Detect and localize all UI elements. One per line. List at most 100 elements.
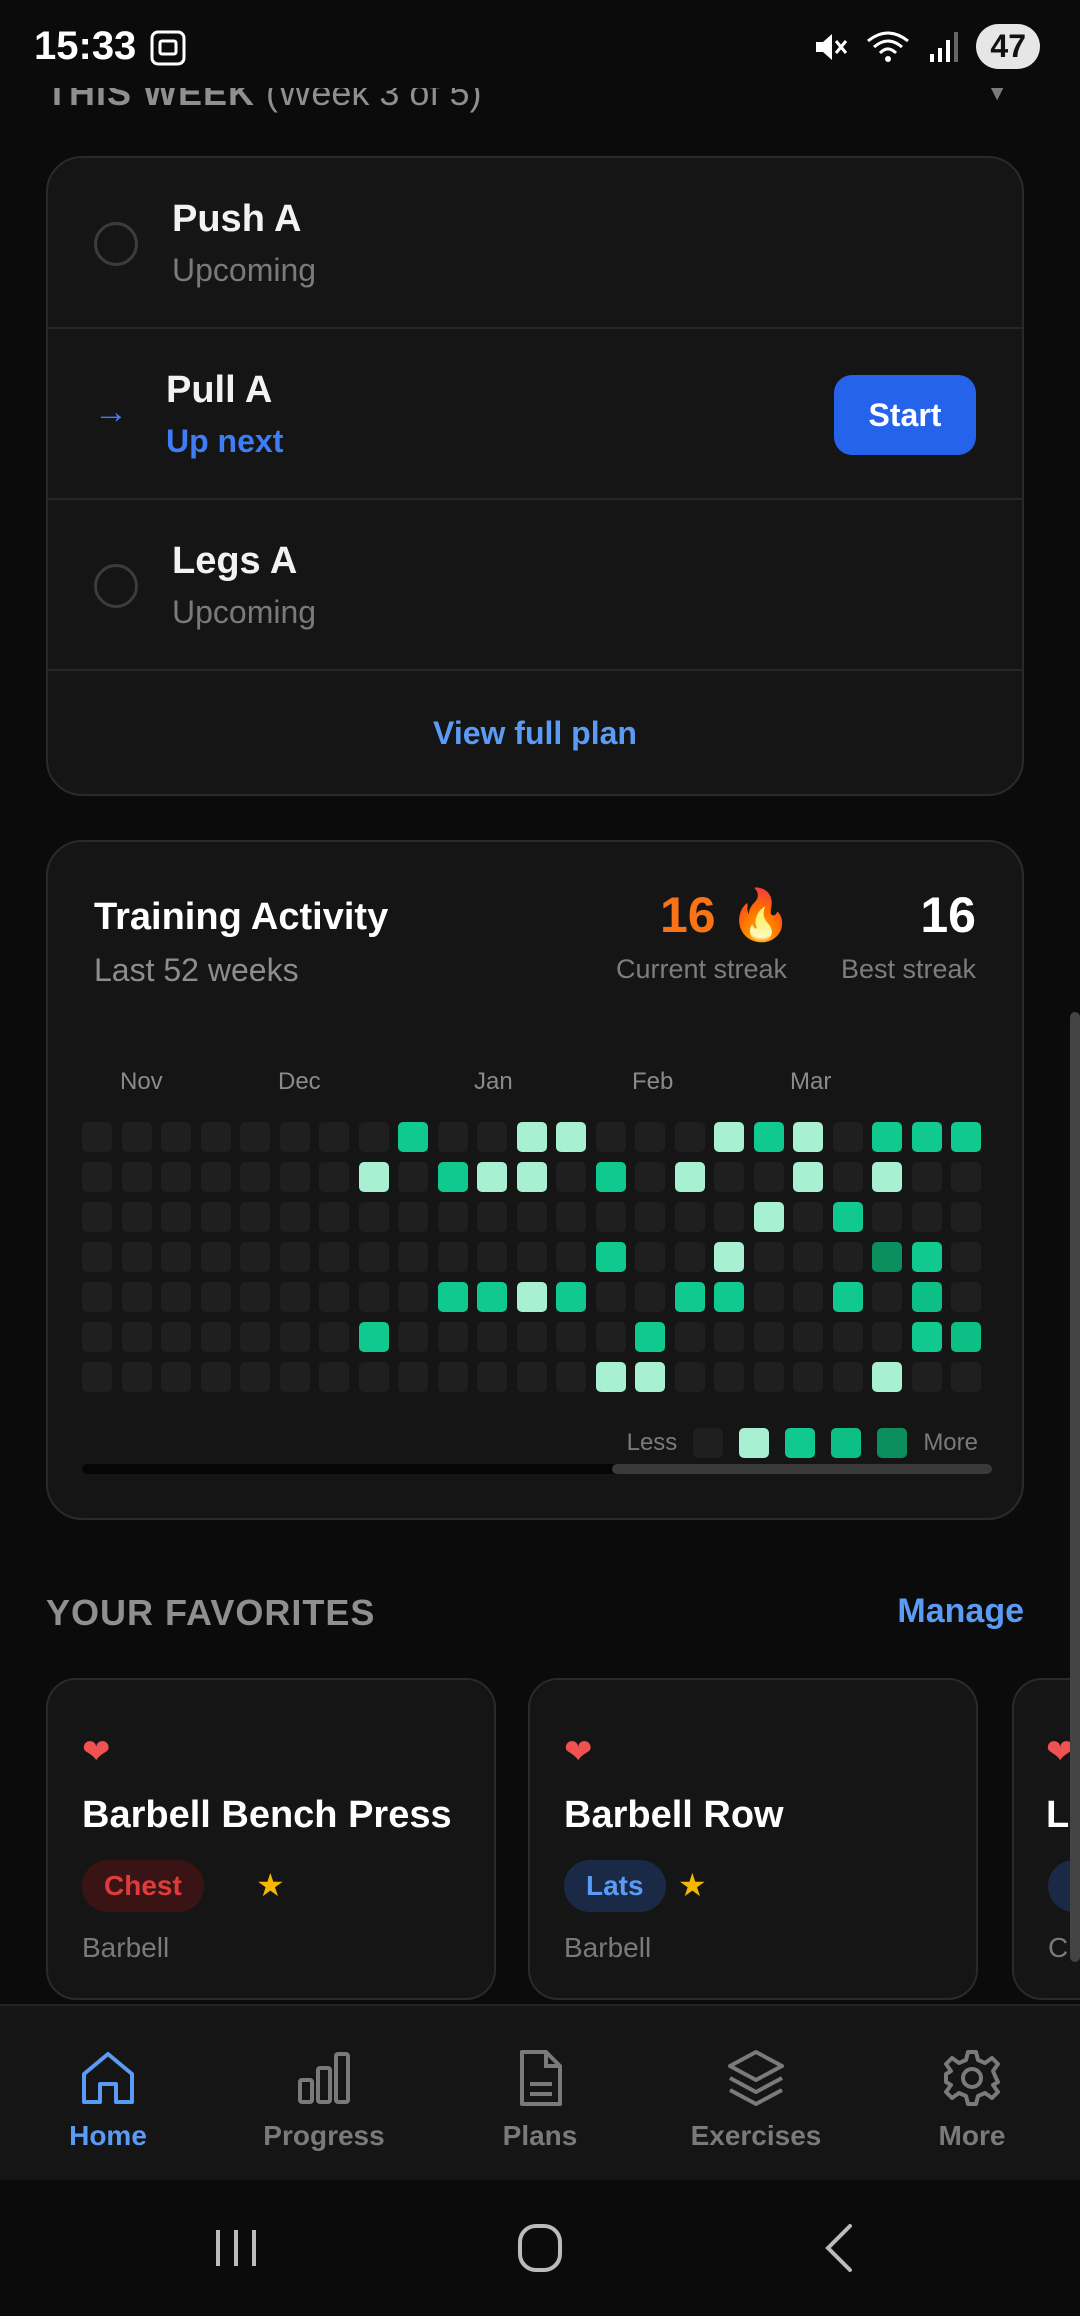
heatmap-cell[interactable] — [280, 1282, 310, 1312]
heatmap-cell[interactable] — [280, 1162, 310, 1192]
heatmap-cell[interactable] — [675, 1242, 705, 1272]
heatmap-scrollbar[interactable] — [82, 1464, 992, 1474]
heatmap-cell[interactable] — [754, 1322, 784, 1352]
heatmap-cell[interactable] — [912, 1162, 942, 1192]
heatmap-cell[interactable] — [754, 1162, 784, 1192]
heatmap-cell[interactable] — [517, 1362, 547, 1392]
home-button-icon[interactable] — [500, 2216, 580, 2280]
heatmap-cell[interactable] — [951, 1202, 981, 1232]
heatmap-cell[interactable] — [201, 1322, 231, 1352]
nav-item-exercises[interactable]: Exercises — [648, 2006, 864, 2180]
heatmap-cell[interactable] — [596, 1202, 626, 1232]
heatmap-cell[interactable] — [319, 1202, 349, 1232]
heatmap-cell[interactable] — [596, 1242, 626, 1272]
favorite-card[interactable]: ❤ Barbell Bench Press Chest ★ Barbell — [46, 1678, 496, 2000]
heatmap-cell[interactable] — [517, 1162, 547, 1192]
heatmap-cell[interactable] — [872, 1122, 902, 1152]
heatmap-cell[interactable] — [833, 1322, 863, 1352]
heatmap-cell[interactable] — [596, 1162, 626, 1192]
heatmap-cell[interactable] — [240, 1322, 270, 1352]
heatmap-cell[interactable] — [556, 1162, 586, 1192]
recent-apps-icon[interactable] — [196, 2216, 276, 2280]
heatmap-cell[interactable] — [438, 1282, 468, 1312]
heatmap-cell[interactable] — [872, 1242, 902, 1272]
heatmap-cell[interactable] — [635, 1362, 665, 1392]
nav-item-more[interactable]: More — [864, 2006, 1080, 2180]
heatmap-cell[interactable] — [122, 1162, 152, 1192]
heatmap-cell[interactable] — [319, 1162, 349, 1192]
heatmap-cell[interactable] — [240, 1202, 270, 1232]
heatmap-cell[interactable] — [951, 1122, 981, 1152]
heatmap-cell[interactable] — [201, 1122, 231, 1152]
heatmap-cell[interactable] — [793, 1362, 823, 1392]
heatmap-cell[interactable] — [398, 1322, 428, 1352]
heatmap-cell[interactable] — [201, 1362, 231, 1392]
plan-row-push-a[interactable]: Push A Upcoming — [48, 158, 1022, 329]
heatmap-cell[interactable] — [912, 1122, 942, 1152]
heatmap-cell[interactable] — [477, 1122, 507, 1152]
heatmap-cell[interactable] — [833, 1122, 863, 1152]
heatmap-cell[interactable] — [161, 1362, 191, 1392]
heatmap-cell[interactable] — [240, 1362, 270, 1392]
heatmap-cell[interactable] — [754, 1122, 784, 1152]
heatmap-cell[interactable] — [359, 1202, 389, 1232]
heatmap-cell[interactable] — [556, 1122, 586, 1152]
heatmap-cell[interactable] — [319, 1242, 349, 1272]
heatmap-cell[interactable] — [714, 1202, 744, 1232]
heatmap-cell[interactable] — [477, 1162, 507, 1192]
heatmap-cell[interactable] — [517, 1242, 547, 1272]
heatmap-cell[interactable] — [359, 1242, 389, 1272]
start-button[interactable]: Start — [834, 375, 976, 455]
heatmap-cell[interactable] — [122, 1282, 152, 1312]
heatmap-cell[interactable] — [517, 1202, 547, 1232]
heatmap-cell[interactable] — [675, 1362, 705, 1392]
heatmap-cell[interactable] — [280, 1322, 310, 1352]
heatmap-cell[interactable] — [872, 1162, 902, 1192]
heatmap-cell[interactable] — [833, 1162, 863, 1192]
heatmap-cell[interactable] — [359, 1362, 389, 1392]
heatmap-cell[interactable] — [161, 1322, 191, 1352]
heatmap-cell[interactable] — [122, 1242, 152, 1272]
heatmap-cell[interactable] — [82, 1122, 112, 1152]
heatmap-cell[interactable] — [477, 1202, 507, 1232]
heatmap-cell[interactable] — [675, 1122, 705, 1152]
heatmap-cell[interactable] — [161, 1242, 191, 1272]
heart-icon[interactable]: ❤ — [564, 1732, 593, 1772]
heatmap-cell[interactable] — [398, 1202, 428, 1232]
heatmap-cell[interactable] — [517, 1122, 547, 1152]
back-icon[interactable] — [800, 2216, 880, 2280]
heatmap-cell[interactable] — [714, 1362, 744, 1392]
heatmap-cell[interactable] — [122, 1202, 152, 1232]
heatmap-cell[interactable] — [596, 1282, 626, 1312]
heatmap-cell[interactable] — [556, 1282, 586, 1312]
heatmap-cell[interactable] — [359, 1162, 389, 1192]
heatmap-cell[interactable] — [280, 1362, 310, 1392]
nav-item-home[interactable]: Home — [0, 2006, 216, 2180]
heatmap-cell[interactable] — [793, 1322, 823, 1352]
heatmap-cell[interactable] — [754, 1362, 784, 1392]
heatmap-cell[interactable] — [319, 1362, 349, 1392]
heatmap-cell[interactable] — [82, 1362, 112, 1392]
heatmap-cell[interactable] — [240, 1162, 270, 1192]
heatmap-cell[interactable] — [714, 1282, 744, 1312]
heatmap-cell[interactable] — [833, 1242, 863, 1272]
heatmap-cell[interactable] — [82, 1282, 112, 1312]
heatmap-cell[interactable] — [912, 1322, 942, 1352]
heatmap-cell[interactable] — [122, 1322, 152, 1352]
heatmap-cell[interactable] — [635, 1322, 665, 1352]
page-scrollbar[interactable] — [1070, 1012, 1080, 1962]
heatmap-cell[interactable] — [438, 1362, 468, 1392]
heatmap-cell[interactable] — [596, 1322, 626, 1352]
heatmap-cell[interactable] — [556, 1202, 586, 1232]
heatmap-cell[interactable] — [754, 1242, 784, 1272]
heatmap-cell[interactable] — [201, 1282, 231, 1312]
heatmap-cell[interactable] — [398, 1122, 428, 1152]
heatmap-cell[interactable] — [872, 1362, 902, 1392]
heatmap-cell[interactable] — [359, 1282, 389, 1312]
heatmap-scroll-thumb[interactable] — [612, 1464, 992, 1474]
heatmap-cell[interactable] — [556, 1322, 586, 1352]
heatmap-cell[interactable] — [161, 1202, 191, 1232]
view-full-plan-link[interactable]: View full plan — [48, 671, 1022, 794]
heatmap-cell[interactable] — [556, 1242, 586, 1272]
heatmap-cell[interactable] — [438, 1162, 468, 1192]
